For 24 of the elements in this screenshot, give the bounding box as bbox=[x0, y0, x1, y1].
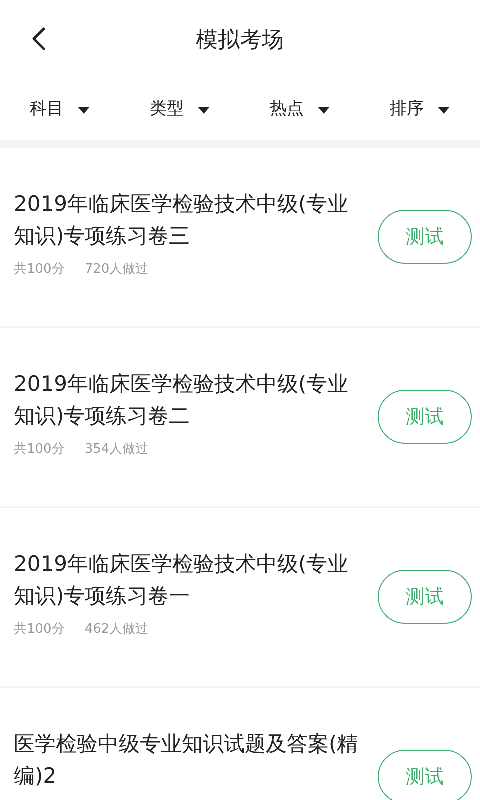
caret-icon bbox=[438, 106, 450, 114]
filter-dropdown[interactable]: 热点 bbox=[240, 97, 360, 123]
paper-title: 2019年临床医学检验技术中级(专业知识)专项练习卷二 bbox=[14, 371, 350, 430]
paper-title: 医学检验中级专业知识试题及答案(精编)2 bbox=[14, 731, 360, 790]
filter-dropdown[interactable]: 类型 bbox=[120, 97, 240, 123]
caret-icon bbox=[318, 106, 330, 114]
caret-icon bbox=[198, 106, 210, 114]
paper-title: 2019年临床医学检验技术中级(专业知识)专项练习卷三 bbox=[14, 191, 350, 250]
score-text: 共100分 bbox=[14, 261, 65, 279]
paper-card[interactable]: 医学检验中级专业知识试题及答案(精编)2 测试 bbox=[0, 688, 480, 800]
paper-card[interactable]: 2019年临床医学检验技术中级(专业知识)专项练习卷一 共100分 462人做过 测试 bbox=[0, 508, 480, 686]
paper-card[interactable]: 2019年临床医学检验技术中级(专业知识)专项练习卷三 共100分 720人做过 测试 bbox=[0, 148, 480, 326]
paper-card[interactable]: 2019年临床医学检验技术中级(专业知识)专项练习卷二 共100分 354人做过 测试 bbox=[0, 328, 480, 506]
back-icon bbox=[32, 27, 46, 51]
takers-count: 354人做过 bbox=[84, 441, 149, 459]
takers-count: 462人做过 bbox=[84, 621, 149, 639]
caret-icon bbox=[78, 106, 90, 114]
filter-dropdown[interactable]: 科目 bbox=[0, 97, 120, 123]
paper-title: 2019年临床医学检验技术中级(专业知识)专项练习卷一 bbox=[14, 551, 350, 610]
score-text: 共100分 bbox=[14, 621, 65, 639]
page-title: 模拟考场 bbox=[196, 26, 284, 54]
filter-dropdown[interactable]: 排序 bbox=[360, 97, 480, 123]
score-text: 共100分 bbox=[14, 441, 65, 459]
takers-count: 720人做过 bbox=[84, 261, 149, 279]
